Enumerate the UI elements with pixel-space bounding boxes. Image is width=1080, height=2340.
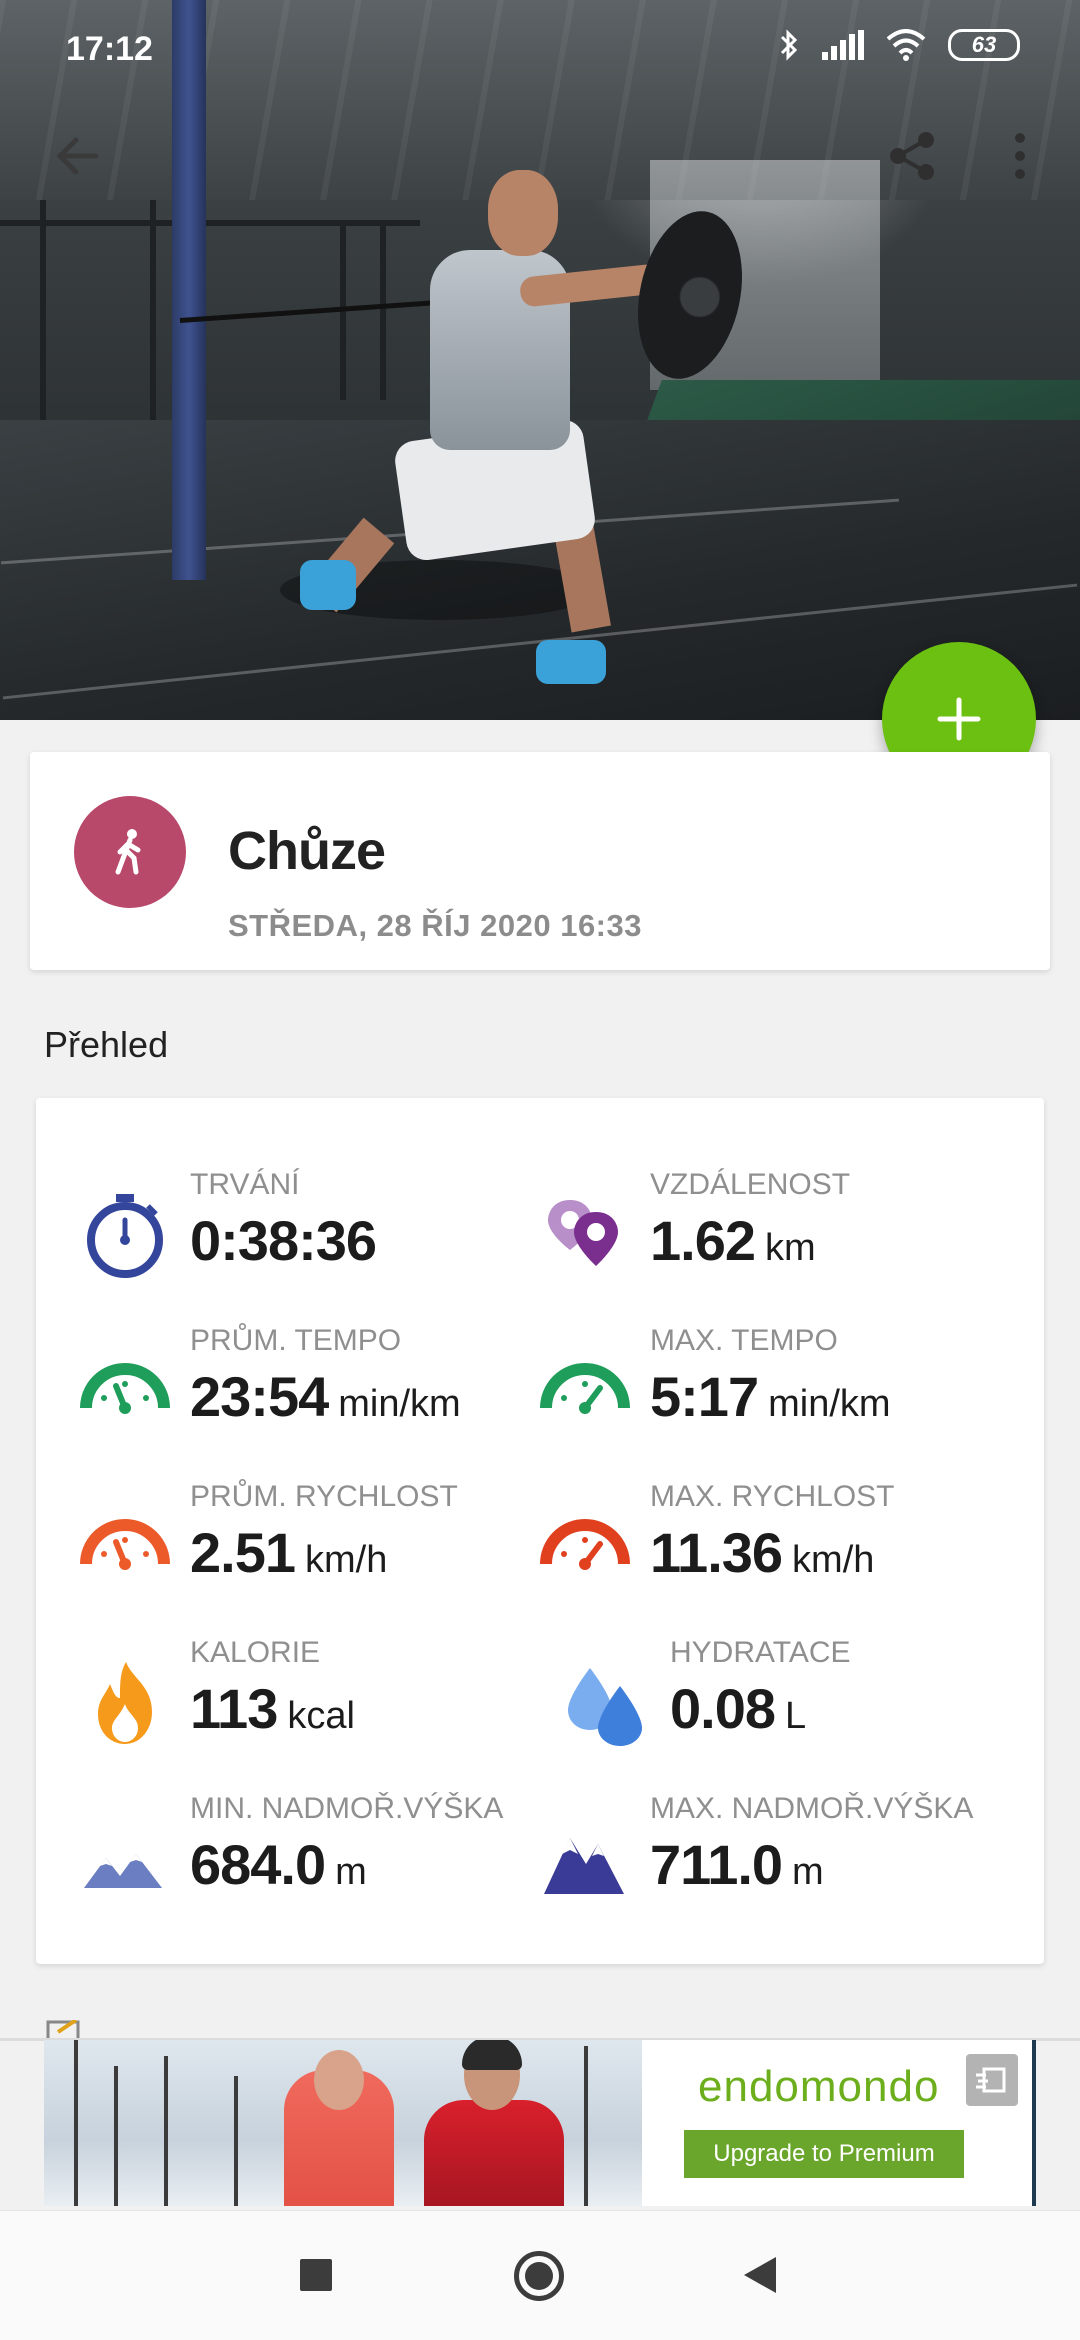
share-button[interactable] [884, 128, 940, 184]
home-button[interactable] [514, 2251, 564, 2301]
stopwatch-icon [87, 1194, 163, 1278]
signal-icon [822, 30, 864, 60]
stat-unit: L [785, 1695, 807, 1737]
flame-icon [98, 1662, 152, 1744]
water-drops-icon [568, 1668, 642, 1746]
green-speedometer-icon [80, 1363, 170, 1414]
recents-button[interactable] [300, 2259, 332, 2291]
more-vert-icon [1015, 133, 1025, 179]
orange-speedometer-icon [80, 1519, 170, 1570]
stat-label: TRVÁNÍ [190, 1168, 300, 1201]
stat-distance: VZDÁLENOST 1.62 km [496, 1168, 976, 1288]
stat-unit: km/h [792, 1539, 875, 1581]
battery-indicator: 63 [948, 29, 1020, 61]
more-options-button[interactable] [1000, 128, 1040, 184]
stat-unit: kcal [287, 1695, 355, 1737]
ad-info-icon [976, 2067, 1006, 2093]
stat-value: 2.51 [190, 1521, 296, 1584]
stat-avg-speed: PRŮM. RYCHLOST 2.51 km/h [36, 1480, 516, 1600]
system-nav-bar [0, 2210, 1080, 2340]
ad-info-button[interactable] [966, 2054, 1018, 2106]
green-speedometer-max-icon [540, 1363, 630, 1414]
status-icons: 63 [778, 28, 1020, 62]
section-title-overview: Přehled [44, 1024, 169, 1065]
stat-label: MAX. NADMOŘ.VÝŠKA [650, 1792, 974, 1825]
stat-unit: min/km [768, 1383, 891, 1425]
stat-value: 684.0 [190, 1833, 326, 1896]
stat-max-speed: MAX. RYCHLOST 11.36 km/h [496, 1480, 976, 1600]
share-icon [890, 132, 934, 180]
stat-unit: m [792, 1851, 824, 1893]
stat-value: 23:54 [190, 1365, 329, 1428]
stats-card: TRVÁNÍ 0:38:36 VZDÁLENOST 1.62 km PRŮM. T… [36, 1098, 1044, 1964]
stat-value: 711.0 [650, 1833, 783, 1896]
status-time: 17:12 [66, 30, 153, 68]
low-mountain-icon [84, 1854, 162, 1888]
map-pins-icon [548, 1200, 618, 1266]
stat-label: KALORIE [190, 1636, 321, 1669]
stat-label: MIN. NADMOŘ.VÝŠKA [190, 1792, 504, 1825]
bluetooth-icon [780, 29, 798, 61]
notes-icon [46, 2020, 80, 2040]
ad-brand-logo: endomondo [698, 2062, 940, 2111]
stat-label: VZDÁLENOST [650, 1168, 851, 1201]
high-mountain-icon [544, 1838, 624, 1894]
stat-label: PRŮM. TEMPO [190, 1324, 402, 1357]
stat-hydration: HYDRATACE 0.08 L [516, 1636, 996, 1756]
status-bar: 17:12 63 [0, 0, 1080, 100]
hero-image [0, 0, 1080, 720]
upgrade-premium-button[interactable]: Upgrade to Premium [684, 2130, 964, 2178]
stat-value: 0:38:36 [190, 1209, 377, 1272]
system-back-button[interactable] [744, 2257, 776, 2293]
stat-value: 5:17 [650, 1365, 759, 1428]
stat-value: 113 [190, 1677, 278, 1740]
stat-duration: TRVÁNÍ 0:38:36 [36, 1168, 516, 1288]
stat-unit: m [335, 1851, 367, 1893]
stat-label: PRŮM. RYCHLOST [190, 1480, 458, 1513]
stat-value: 0.08 [670, 1677, 776, 1740]
stat-unit: km [765, 1227, 816, 1269]
ad-photo [44, 2040, 642, 2206]
arrow-back-icon [56, 137, 99, 175]
stat-label: HYDRATACE [670, 1636, 851, 1669]
stat-unit: min/km [338, 1383, 461, 1425]
stat-max-pace: MAX. TEMPO 5:17 min/km [496, 1324, 976, 1444]
activity-header-card: Chůze STŘEDA, 28 ŘÍJ 2020 16:33 [30, 752, 1050, 970]
stat-min-altitude: MIN. NADMOŘ.VÝŠKA 684.0 m [36, 1792, 516, 1912]
activity-avatar [74, 796, 186, 908]
ad-banner[interactable]: endomondo Upgrade to Premium [44, 2040, 1036, 2206]
activity-title: Chůze [228, 821, 386, 881]
stat-calories: KALORIE 113 kcal [36, 1636, 516, 1756]
plus-icon [937, 697, 981, 741]
red-speedometer-max-icon [540, 1519, 630, 1570]
walking-person-icon [115, 829, 141, 875]
back-button[interactable] [50, 128, 106, 184]
stat-label: MAX. TEMPO [650, 1324, 838, 1357]
wifi-icon [886, 29, 926, 61]
stat-unit: km/h [305, 1539, 388, 1581]
activity-date: STŘEDA, 28 ŘÍJ 2020 16:33 [228, 908, 642, 943]
stat-value: 1.62 [650, 1209, 756, 1272]
stat-avg-pace: PRŮM. TEMPO 23:54 min/km [36, 1324, 516, 1444]
stat-value: 11.36 [650, 1521, 783, 1584]
stat-max-altitude: MAX. NADMOŘ.VÝŠKA 711.0 m [496, 1792, 976, 1912]
stat-label: MAX. RYCHLOST [650, 1480, 895, 1513]
